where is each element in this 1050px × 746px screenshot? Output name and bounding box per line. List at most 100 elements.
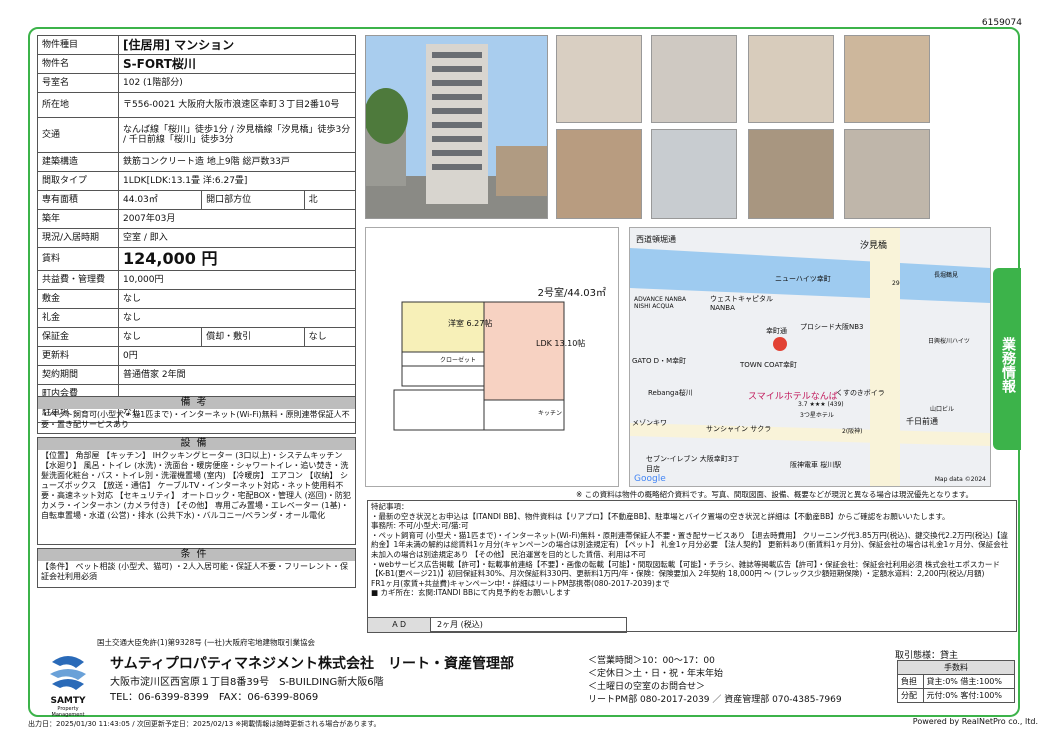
ldk-label: LDK 13.10帖: [536, 339, 586, 348]
remarks-section: 備考 ・ペット飼育可(小型犬・猫1匹まで)・インターネット(Wi-Fi)無料・原…: [37, 396, 356, 434]
ad-row: ＡＤ 2ヶ月 (税込): [367, 617, 627, 633]
spec-label: 賃料: [37, 247, 119, 271]
map-label: セブン-イレブン 大阪幸町3丁目店: [646, 455, 740, 473]
map-label: 29: [892, 280, 900, 287]
spec-label: 契約期間: [37, 365, 119, 385]
spec-label: 物件種目: [37, 35, 119, 55]
hours-line: リートPM部 080-2017-2039 ／ 資産管理部 070-4385-79…: [588, 695, 842, 705]
spec-label: 間取タイプ: [37, 171, 119, 191]
map-label: ウェストキャピタル NANBA: [710, 295, 773, 312]
commission-heading: 手数料: [897, 660, 1015, 675]
orientation-value: 北: [303, 190, 357, 210]
map-label: くすのきボイラ: [836, 389, 885, 397]
washroom-photo: [556, 129, 642, 219]
company-name: サムティプロパティマネジメント株式会社 リート・資産管理部: [110, 656, 515, 672]
map-label: 3.7 ★★★ (439): [798, 401, 844, 408]
hours-line: ＜土曜日の空室のお問合せ＞: [588, 682, 706, 692]
property-name: S-FORT桜川: [118, 54, 356, 74]
output-date: 出力日：2025/01/30 11:43:05 / 次回更新予定日：2025/0…: [28, 720, 381, 728]
spec-label: 更新料: [37, 346, 119, 366]
building-image: [364, 36, 547, 218]
common-fee-value: 10,000円: [118, 270, 356, 290]
map-label: サンシャイン サクラ: [706, 425, 772, 433]
toilet-photo: [748, 129, 834, 219]
logo-subtext: Property Management: [51, 706, 85, 718]
map-label: Rebanga桜川: [648, 389, 693, 397]
spec-table: 物件種目 [住居用] マンション 物件名 S-FORT桜川 号室名 102 (1階部分…: [37, 35, 357, 423]
business-info-tab: 業務情報: [993, 268, 1021, 450]
contract-period-value: 普通借家 2年間: [118, 365, 356, 385]
map-label: プロシード大阪NB3: [800, 323, 864, 331]
room-photo: [556, 35, 642, 123]
map-label: メゾンキワ: [632, 419, 667, 427]
status-value: 空室 / 即入: [118, 228, 356, 248]
spec-label: 築年: [37, 209, 119, 229]
commission-value: 元付:0% 客付:100%: [922, 688, 1015, 703]
spec-label: 礼金: [37, 308, 119, 328]
western-room-label: 洋室 6.27帖: [448, 319, 493, 328]
map-label: TOWN COAT幸町: [740, 361, 797, 369]
balcony-photo: [844, 35, 930, 123]
powered-by: Powered by RealNetPro co., ltd.: [912, 717, 1038, 726]
map-label: 阪神電車 桜川駅: [790, 461, 842, 469]
key-money-value: なし: [118, 308, 356, 328]
floor-plan-drawing: [393, 301, 565, 431]
commission-key: 負担: [897, 674, 924, 689]
commission-key: 分配: [897, 688, 924, 703]
company-phone: TEL：06-6399-8399 FAX：06-6399-8069: [110, 692, 319, 703]
company-logo: SAMTY Property Management: [42, 652, 94, 718]
rent-value: 124,000 円: [118, 247, 356, 271]
special-notes: 特記事項： ・最新の空き状況とお申込は【ITANDI BB】、物件資料は【リアプ…: [367, 500, 1017, 632]
kitchen-counter-photo: [748, 35, 834, 123]
equipment-text: 【位置】 角部屋 【キッチン】 IHクッキングヒーター (3口以上)・システムキ…: [41, 451, 351, 520]
equipment-heading: 設備: [38, 438, 355, 450]
spec-label: 償却・敷引: [201, 327, 305, 347]
company-address: 大阪市淀川区西宮原１丁目8番39号 S-BUILDING新大阪6階: [110, 677, 384, 688]
address-value: 〒556-0021 大阪府大阪市浪速区幸町３丁目2番10号: [118, 92, 356, 118]
built-year-value: 2007年03月: [118, 209, 356, 229]
ad-label: ＡＤ: [367, 617, 431, 633]
map-label: ADVANCE NANBA NISHI ACQUA: [634, 296, 687, 310]
map-label: 3つ星ホテル: [800, 412, 834, 419]
spec-label: 物件名: [37, 54, 119, 74]
property-type: [住居用] マンション: [118, 35, 356, 55]
spec-label: 専有面積: [37, 190, 119, 210]
map-label: 2(阪神): [842, 428, 863, 435]
bathroom-photo: [651, 129, 737, 219]
map-label: 山口ビル: [930, 406, 955, 413]
spec-label: 交通: [37, 117, 119, 153]
access-value: なんば線「桜川」徒歩1分 / 汐見橋線「汐見橋」徒歩3分 / 千日前線「桜川」徒…: [118, 117, 356, 153]
deposit-value: なし: [118, 289, 356, 309]
map-label: 日興桜川ハイツ: [928, 338, 970, 345]
kitchen-photo: [651, 35, 737, 123]
map-label: 千日前通: [906, 417, 938, 426]
area-map: 西道頓堀通 汐見橋 ニューハイツ幸町 ADVANCE NANBA NISHI A…: [629, 227, 991, 487]
spec-label: 保証金: [37, 327, 119, 347]
conditions-section: 条件 【条件】 ペット相談 (小型犬、猫可) ・2人入居可能・保証人不要・フリー…: [37, 548, 356, 588]
conditions-text: 【条件】 ペット相談 (小型犬、猫可) ・2人入居可能・保証人不要・フリーレント…: [41, 562, 348, 581]
renewal-fee-value: 0円: [118, 346, 356, 366]
spec-label: 建築構造: [37, 152, 119, 172]
logo-text: SAMTY: [50, 696, 86, 706]
samty-s-icon: [50, 656, 86, 690]
structure-value: 鉄筋コンクリート造 地上9階 総戸数33戸: [118, 152, 356, 172]
business-hours: ＜営業時間＞10：00〜17：00 ＜定休日＞土・日・祝・年末年始 ＜土曜日の空…: [588, 655, 842, 707]
hours-line: ＜営業時間＞10：00〜17：00: [588, 656, 715, 666]
conditions-heading: 条件: [38, 549, 355, 561]
map-label: GATO D・M幸町: [632, 357, 687, 365]
remarks-heading: 備考: [38, 397, 355, 409]
google-logo: Google: [634, 474, 666, 484]
guarantee-value: なし: [117, 327, 203, 347]
spec-label: 敷金: [37, 289, 119, 309]
map-label: 長堀鶴見: [934, 272, 959, 279]
hours-line: ＜定休日＞土・日・祝・年末年始: [588, 669, 724, 679]
building-photo: [364, 35, 548, 219]
area-value: 44.03㎡: [117, 190, 203, 210]
map-label: 幸町通: [766, 327, 787, 335]
remarks-text: ・ペット飼育可(小型犬・猫1匹まで)・インターネット(Wi-Fi)無料・原則連帯…: [41, 410, 350, 429]
floor-plan-title: 2号室/44.03㎡: [537, 288, 606, 299]
spec-label: 所在地: [37, 92, 119, 118]
layout-value: 1LDK[LDK:13.1畳 洋:6.27畳]: [118, 171, 356, 191]
commission-table: 手数料 負担 貸主:0% 借主:100% 分配 元付:0% 客付:100%: [897, 660, 1015, 703]
map-attribution: Map data ©2024: [934, 476, 986, 483]
